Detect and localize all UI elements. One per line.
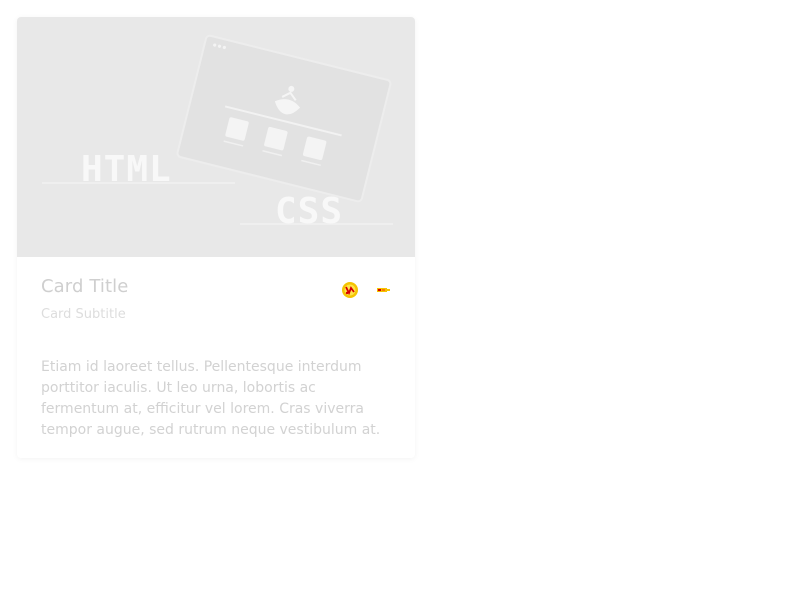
browser-window-illustration [176, 34, 392, 203]
flag-icon [377, 288, 390, 292]
card-body-text: Etiam id laoreet tellus. Pellentesque in… [41, 359, 381, 438]
css-word-art: CSS [275, 191, 343, 232]
card-subtitle: Card Subtitle [41, 307, 126, 322]
html-word-art: HTML [81, 149, 172, 190]
card-title: Card Title [41, 276, 129, 297]
flag-button[interactable] [373, 279, 395, 301]
card-media-image: HTML CSS [17, 17, 415, 257]
badge-icon [342, 282, 358, 298]
badge-button[interactable] [339, 279, 361, 301]
card-actions [339, 279, 395, 301]
card: HTML CSS Card Title Card Subtitle Etiam … [17, 17, 415, 458]
